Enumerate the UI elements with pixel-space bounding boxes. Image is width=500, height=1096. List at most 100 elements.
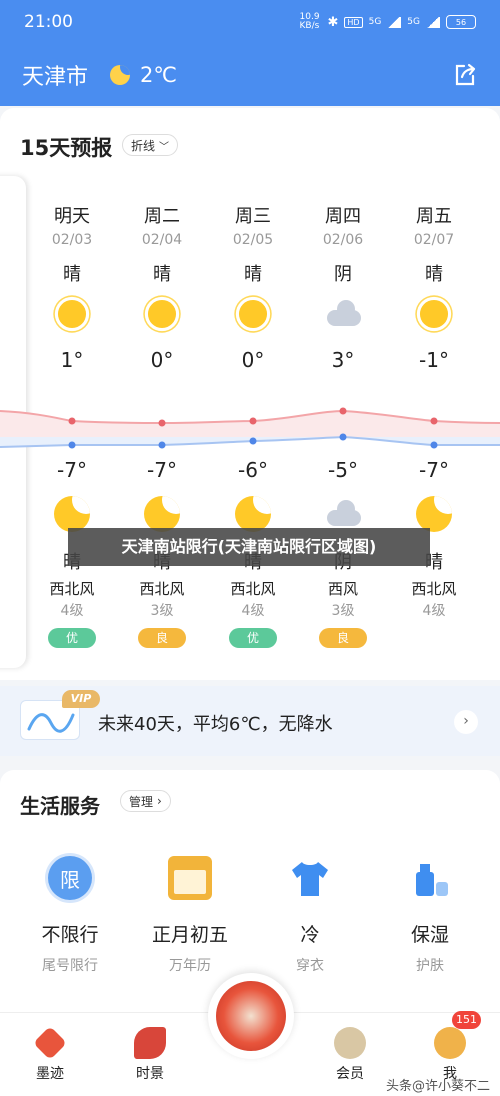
day-condition: 晴 [244, 264, 262, 285]
view-mode-label: 折线 [131, 138, 156, 153]
hd-badge: HD [344, 16, 363, 28]
battery-icon: 56 [446, 15, 476, 29]
vip-summary: 未来40天，平均6℃，无降水 [98, 714, 333, 735]
lotion-icon [408, 856, 452, 900]
center-tab-button[interactable] [208, 973, 294, 1059]
tab-moji[interactable]: 墨迹 [10, 1026, 90, 1083]
service-restriction[interactable]: 限 不限行 尾号限行 [10, 850, 130, 975]
day-date: 02/07 [413, 232, 455, 248]
tab-label: 时景 [136, 1066, 164, 1082]
sun-icon [57, 299, 87, 329]
service-subtitle: 穿衣 [296, 958, 324, 974]
moon-icon [235, 496, 271, 532]
restriction-icon: 限 [48, 856, 92, 900]
service-name: 保湿 [410, 924, 449, 946]
moon-icon [416, 496, 452, 532]
moon-icon [54, 496, 90, 532]
share-icon[interactable] [452, 62, 478, 88]
service-subtitle: 护肤 [416, 958, 444, 974]
chevron-down-icon: ﹀ [159, 141, 170, 153]
service-name: 不限行 [41, 924, 99, 946]
tab-label: 会员 [336, 1066, 364, 1082]
day-name: 周三 [235, 206, 271, 227]
wind-level: 4级 [241, 603, 265, 619]
high-point [430, 417, 438, 425]
signal-label-2: 5G [407, 17, 420, 27]
service-skincare[interactable]: 保湿 护肤 [370, 850, 490, 975]
wind-level: 3级 [150, 603, 174, 619]
aqi-badge: 良 [138, 628, 186, 648]
vip-forecast-bar[interactable]: VIP 未来40天，平均6℃，无降水 › [0, 686, 500, 756]
day-date: 02/04 [141, 232, 183, 248]
sun-icon [147, 299, 177, 329]
high-temp: 0° [241, 348, 265, 372]
high-temp: 0° [150, 348, 174, 372]
service-clothing[interactable]: 冷 穿衣 [250, 850, 370, 975]
low-temp: -7° [57, 458, 87, 482]
signal-icon [426, 16, 440, 28]
bottom-tab-bar: 墨迹 时景 会员 我 151 头条@许小葵不二 [0, 973, 500, 1096]
sun-icon [419, 299, 449, 329]
city-name[interactable]: 天津市 [22, 59, 88, 91]
tab-shijing[interactable]: 时景 [110, 1027, 190, 1083]
wind-direction: 西北风 [139, 580, 185, 598]
day-condition: 晴 [153, 264, 171, 285]
day-name: 周五 [416, 206, 452, 227]
aqi-badge: 良 [319, 628, 367, 648]
status-bar: 21:00 10.9 KB/s ✱ HD 5G 5G 56 [24, 8, 476, 36]
wind-direction: 西风 [327, 580, 358, 598]
moji-icon [33, 1026, 67, 1060]
chevron-right-icon: › [157, 794, 162, 808]
low-temp: -7° [419, 458, 449, 482]
signal-icon [387, 16, 402, 28]
tab-member[interactable]: 会员 [310, 1027, 390, 1083]
wind-direction: 西北风 [230, 580, 276, 598]
service-subtitle: 万年历 [169, 958, 211, 974]
header: 21:00 10.9 KB/s ✱ HD 5G 5G 56 天津市 2℃ [0, 0, 500, 106]
watermark: 头条@许小葵不二 [385, 1079, 490, 1094]
cloud-icon [325, 496, 361, 532]
day-condition: 晴 [425, 264, 443, 285]
service-name: 冷 [300, 924, 320, 946]
low-point [68, 441, 76, 449]
day-name: 周二 [144, 206, 180, 227]
status-icons: 10.9 KB/s ✱ HD 5G 5G 56 [299, 12, 476, 31]
notification-badge: 151 [452, 1011, 481, 1029]
caption-banner: 天津南站限行(天津南站限行区域图) [68, 528, 430, 566]
wind-direction: 西北风 [49, 580, 95, 598]
service-name: 正月初五 [151, 924, 228, 946]
day-date: 02/06 [322, 232, 364, 248]
aqi-badge: 优 [229, 628, 277, 648]
forecast-panel: 15天预报 折线 ﹀ 明天 02/03 晴 1° -7° 晴 西北风 4级 优 … [0, 108, 500, 680]
high-temp: 1° [60, 348, 84, 372]
signal-label-1: 5G [368, 17, 382, 27]
vip-badge: VIP [62, 690, 100, 708]
temperature-chart [0, 407, 500, 449]
moon-icon [110, 65, 131, 85]
high-temp: -1° [419, 348, 449, 372]
view-mode-dropdown[interactable]: 折线 ﹀ [122, 134, 179, 156]
service-subtitle: 尾号限行 [42, 958, 98, 974]
day-name: 明天 [54, 206, 90, 227]
chevron-right-icon[interactable]: › [454, 710, 478, 734]
high-point [68, 417, 76, 425]
high-point [158, 419, 166, 427]
low-point [249, 437, 257, 445]
low-point [430, 441, 438, 449]
low-temp: -6° [238, 458, 268, 482]
low-point [339, 433, 347, 441]
service-calendar[interactable]: 正月初五 万年历 [130, 850, 250, 975]
title-bar: 天津市 2℃ [22, 58, 478, 92]
low-point [158, 441, 166, 449]
sun-icon [238, 299, 268, 329]
wind-level: 3级 [331, 603, 355, 619]
current-temperature: 2℃ [140, 63, 177, 87]
high-point [339, 407, 347, 415]
tree-icon [334, 1027, 366, 1059]
day-date: 02/05 [232, 232, 274, 248]
high-temp: 3° [331, 348, 355, 372]
net-speed: 10.9 KB/s [299, 12, 320, 31]
aqi-badge: 优 [48, 628, 96, 648]
moon-icon [144, 496, 180, 532]
manage-button[interactable]: 管理 › [120, 790, 171, 812]
